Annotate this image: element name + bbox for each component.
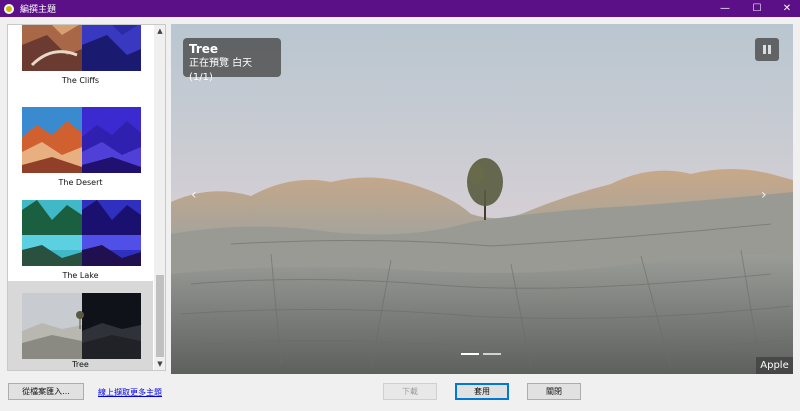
pause-icon: [763, 45, 766, 54]
next-arrow-icon[interactable]: ›: [761, 188, 767, 202]
theme-label: Tree: [72, 360, 89, 369]
theme-item-cliffs[interactable]: The Cliffs: [8, 25, 153, 97]
theme-thumbnail-desert: [22, 107, 141, 173]
import-from-file-button[interactable]: 從檔案匯入...: [8, 383, 84, 400]
theme-item-desert[interactable]: The Desert: [8, 107, 153, 199]
title-bar: 編撰主題 — ☐ ✕: [0, 0, 800, 17]
theme-item-lake[interactable]: The Lake: [8, 200, 153, 292]
scrollbar-thumb[interactable]: [156, 275, 164, 357]
download-button[interactable]: 下載: [383, 383, 437, 400]
theme-label: The Desert: [58, 178, 103, 187]
theme-label: The Lake: [62, 271, 99, 280]
preview-title: Tree: [189, 42, 219, 56]
preview-subtitle: 正在預覽 白天 (1/1): [189, 58, 253, 83]
pause-button[interactable]: [755, 38, 779, 61]
theme-thumbnail-cliffs: [22, 25, 141, 71]
image-credit: Apple: [756, 357, 793, 374]
scroll-up-arrow-icon[interactable]: ▲: [154, 25, 165, 37]
apply-button[interactable]: 套用: [455, 383, 509, 400]
scroll-down-arrow-icon[interactable]: ▼: [154, 358, 165, 370]
theme-preview: Tree 正在預覽 白天 (1/1) ‹ › Apple: [171, 24, 793, 374]
theme-list: The Cliffs The Desert The Lake Tree ▲ ▼: [7, 24, 166, 371]
get-more-themes-link[interactable]: 線上擷取更多主題: [98, 387, 162, 398]
app-icon: [4, 3, 14, 14]
minimize-button[interactable]: —: [710, 0, 740, 17]
close-window-button[interactable]: ✕: [772, 0, 800, 17]
close-button[interactable]: 關閉: [527, 383, 581, 400]
theme-thumbnail-lake: [22, 200, 141, 266]
theme-thumbnail-tree: [22, 293, 141, 359]
maximize-button[interactable]: ☐: [742, 0, 772, 17]
previous-arrow-icon[interactable]: ‹: [191, 188, 197, 202]
slide-indicator[interactable]: [483, 353, 501, 355]
theme-label: The Cliffs: [61, 76, 100, 85]
slide-indicator-active[interactable]: [461, 353, 479, 355]
preview-info-box: Tree 正在預覽 白天 (1/1): [183, 38, 281, 83]
theme-item-tree[interactable]: Tree: [8, 281, 153, 370]
window-title: 編撰主題: [20, 5, 57, 15]
sidebar-scrollbar[interactable]: ▲ ▼: [154, 25, 165, 370]
